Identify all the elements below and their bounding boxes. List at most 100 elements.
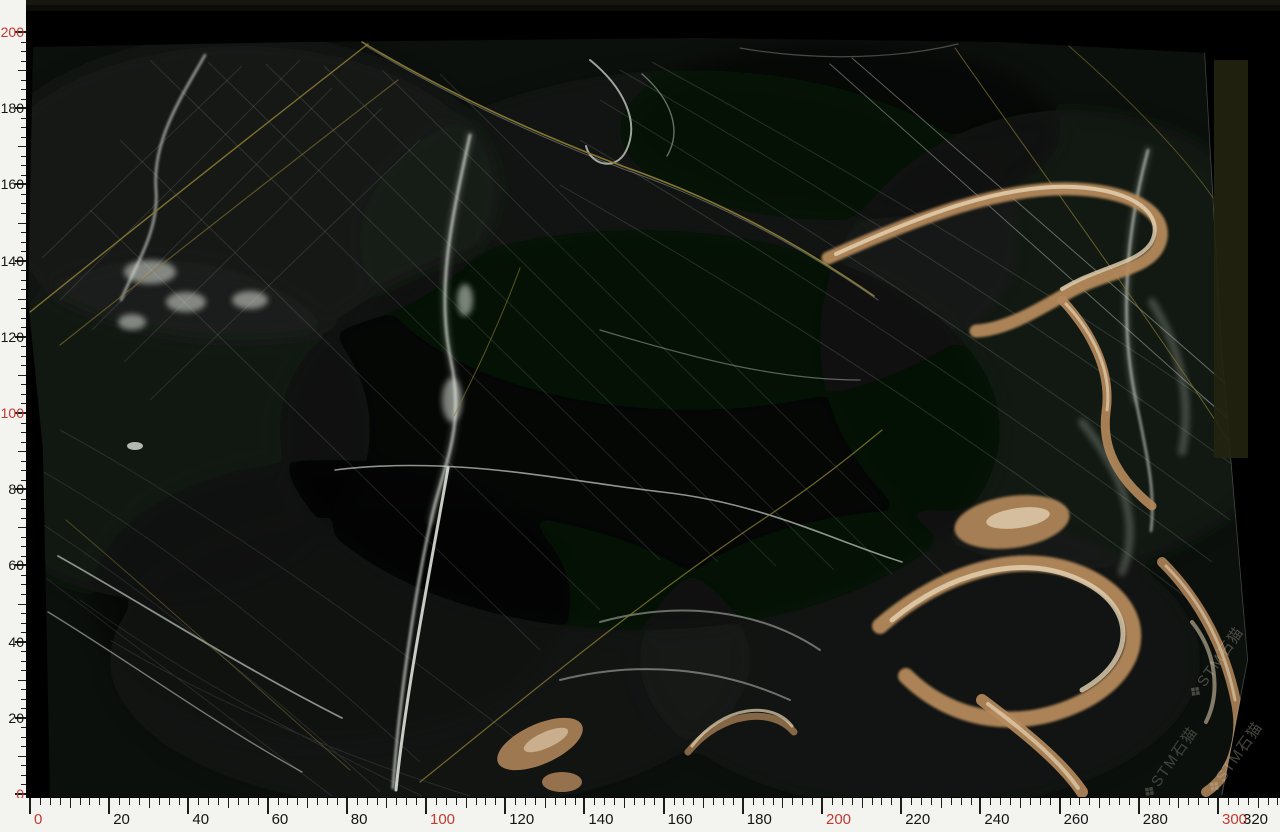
- ruler-tick: [792, 798, 793, 805]
- ruler-tick: [21, 365, 26, 366]
- ruler-tick: [742, 798, 744, 814]
- ruler-label: 40: [8, 635, 24, 649]
- ruler-tick: [436, 798, 437, 805]
- ruler-label: 220: [905, 812, 930, 827]
- ruler-tick: [21, 118, 26, 119]
- ruler-tick: [1208, 798, 1209, 805]
- ruler-tick: [21, 194, 26, 195]
- ruler-tick: [119, 798, 120, 805]
- ruler-tick: [21, 80, 26, 81]
- ruler-tick: [456, 798, 457, 805]
- ruler-tick: [21, 270, 26, 271]
- ruler-tick: [129, 798, 130, 805]
- ruler-tick: [644, 798, 645, 805]
- ruler-label: 140: [588, 812, 613, 827]
- ruler-label: 100: [430, 812, 455, 827]
- ruler-tick: [555, 798, 556, 805]
- ruler-label: 100: [1, 406, 24, 420]
- ruler-tick: [515, 798, 516, 805]
- ruler-tick: [258, 798, 259, 805]
- ruler-tick: [297, 798, 298, 805]
- ruler-tick: [21, 508, 26, 509]
- ruler-label: 200: [1, 25, 24, 39]
- ruler-tick: [782, 798, 783, 808]
- ruler-tick: [961, 798, 962, 805]
- ruler-tick: [317, 798, 318, 805]
- ruler-tick: [169, 798, 170, 805]
- ruler-tick: [267, 798, 269, 814]
- ruler-tick: [812, 798, 813, 805]
- ruler-tick: [1198, 798, 1199, 805]
- ruler-tick: [21, 699, 26, 700]
- ruler-bottom: 0204060801001201401601802002202402602803…: [0, 798, 1280, 832]
- ruler-label: 20: [113, 812, 130, 827]
- ruler-tick: [21, 346, 26, 347]
- ruler-tick: [21, 89, 26, 90]
- ruler-tick: [21, 546, 26, 547]
- ruler-tick: [21, 394, 26, 395]
- ruler-tick: [693, 798, 694, 805]
- ruler-tick: [21, 537, 26, 538]
- ruler-tick: [614, 798, 615, 805]
- slab: [0, 0, 1280, 798]
- ruler-tick: [891, 798, 892, 805]
- ruler-tick: [248, 798, 249, 805]
- ruler-tick: [367, 798, 368, 805]
- ruler-tick: [1050, 798, 1051, 805]
- ruler-tick: [198, 798, 199, 805]
- ruler-label: 280: [1143, 812, 1168, 827]
- ruler-tick: [99, 798, 100, 805]
- ruler-tick: [535, 798, 536, 805]
- ruler-tick: [21, 775, 26, 776]
- ruler-tick: [634, 798, 635, 805]
- ruler-label: 120: [1, 330, 24, 344]
- ruler-tick: [18, 299, 26, 300]
- ruler-tick: [327, 798, 328, 805]
- ruler-tick: [525, 798, 526, 805]
- ruler-tick: [1149, 798, 1150, 805]
- ruler-tick: [1129, 798, 1130, 805]
- ruler-tick: [575, 798, 576, 805]
- ruler-tick: [753, 798, 754, 805]
- olive-strip: [1214, 60, 1248, 458]
- ruler-label: 160: [1, 177, 24, 191]
- ruler-tick: [18, 451, 26, 452]
- ruler-tick: [18, 223, 26, 224]
- ruler-tick: [80, 798, 81, 805]
- ruler-tick: [337, 798, 338, 805]
- ruler-tick: [287, 798, 288, 805]
- ruler-tick: [18, 375, 26, 376]
- ruler-tick: [21, 423, 26, 424]
- ruler-tick: [357, 798, 358, 805]
- ruler-tick: [900, 798, 902, 814]
- slab-photo: ❖STM石猫 ❖STM石猫 ❖STM石猫: [0, 0, 1280, 798]
- ruler-tick: [21, 308, 26, 309]
- ruler-tick: [862, 798, 863, 808]
- ruler-tick: [1217, 798, 1219, 814]
- ruler-tick: [179, 798, 180, 805]
- ruler-tick: [1059, 798, 1061, 814]
- ruler-tick: [911, 798, 912, 805]
- ruler-tick: [21, 442, 26, 443]
- ruler-label: 180: [1, 101, 24, 115]
- ruler-tick: [386, 798, 387, 808]
- ruler-tick: [21, 651, 26, 652]
- ruler-tick: [377, 798, 378, 805]
- ruler-label: 260: [1064, 812, 1089, 827]
- ruler-tick: [763, 798, 764, 805]
- slab-scan-viewer: ❖STM石猫 ❖STM石猫 ❖STM石猫 0204060801001201401…: [0, 0, 1280, 832]
- ruler-tick: [228, 798, 229, 808]
- ruler-tick: [21, 470, 26, 471]
- ruler-tick: [476, 798, 477, 805]
- ruler-tick: [466, 798, 467, 808]
- ruler-tick: [21, 499, 26, 500]
- ruler-tick: [21, 156, 26, 157]
- ruler-tick: [832, 798, 833, 805]
- ruler-label: 140: [1, 254, 24, 268]
- ruler-tick: [60, 798, 61, 805]
- ruler-tick: [624, 798, 625, 808]
- ruler-tick: [1248, 798, 1249, 805]
- ruler-tick: [21, 623, 26, 624]
- ruler-tick: [218, 798, 219, 805]
- ruler-tick: [1010, 798, 1011, 805]
